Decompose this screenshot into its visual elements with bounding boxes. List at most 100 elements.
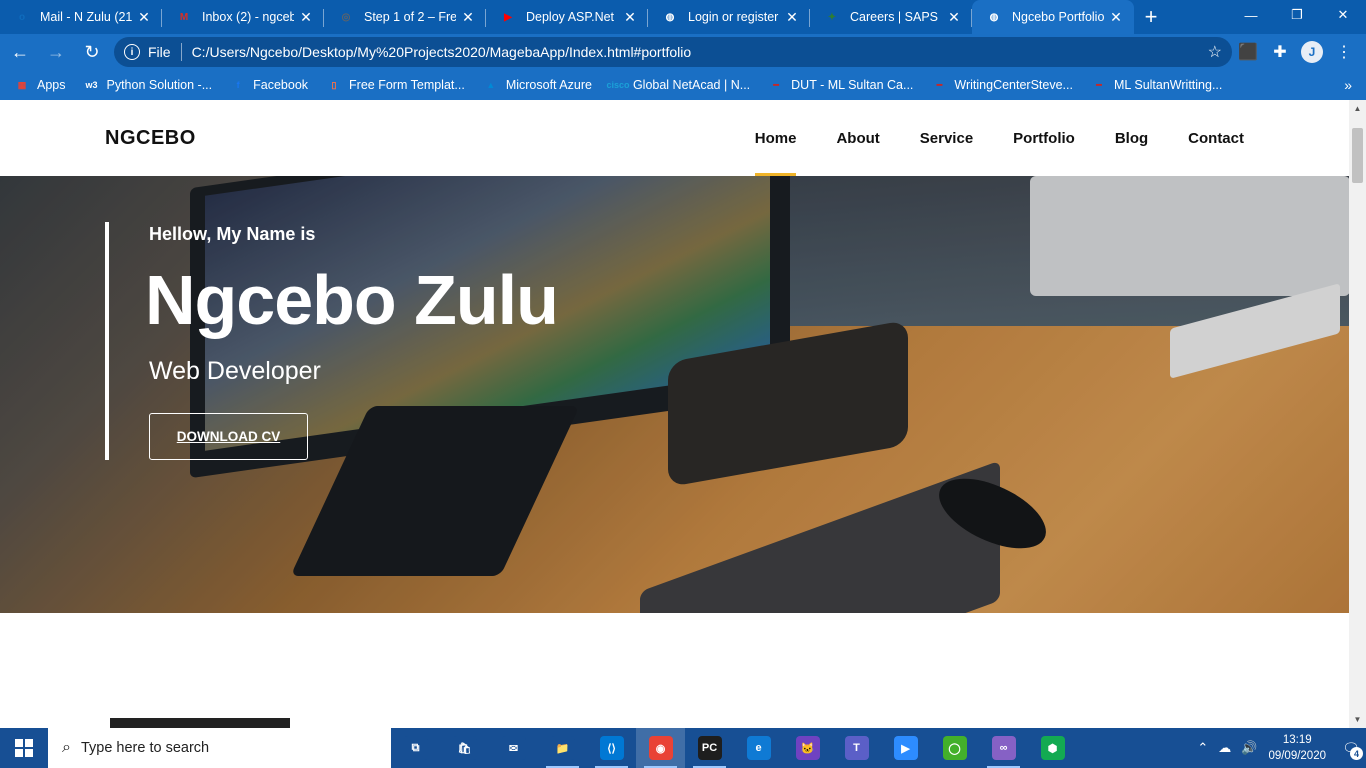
tab-favicon-icon: o xyxy=(18,11,26,23)
profile-avatar[interactable]: J xyxy=(1301,41,1323,63)
hero-greeting: Hellow, My Name is xyxy=(149,224,316,244)
taskbar-app-pycharm[interactable]: PC xyxy=(685,728,734,768)
bookmark-item[interactable]: ━ WritingCenterSteve... xyxy=(931,77,1073,93)
bookmark-item[interactable]: w3 Python Solution -... xyxy=(84,77,213,93)
taskbar-app-file-explorer[interactable]: 📁 xyxy=(538,728,587,768)
site-menu: Home About Service Portfolio Blog Contact xyxy=(715,100,1244,176)
visual-studio-icon: ∞ xyxy=(991,736,1016,760)
nav-link-portfolio[interactable]: Portfolio xyxy=(1013,100,1075,176)
nav-link-blog[interactable]: Blog xyxy=(1115,100,1148,176)
bookmark-label: DUT - ML Sultan Ca... xyxy=(791,78,914,92)
extensions-puzzle-icon[interactable]: ✚ xyxy=(1264,36,1296,68)
tab-close-icon[interactable]: ✕ xyxy=(136,9,152,26)
tab-close-icon[interactable]: ✕ xyxy=(784,9,800,26)
about-heading-partial xyxy=(110,718,290,728)
address-url[interactable]: C:/Users/Ngcebo/Desktop/My%20Projects202… xyxy=(192,44,1208,60)
browser-tab[interactable]: ◍ Login or register ✕ xyxy=(648,0,810,34)
action-center-button[interactable]: 🗨 4 xyxy=(1336,728,1366,768)
start-button[interactable] xyxy=(0,728,48,768)
nav-link-home[interactable]: Home xyxy=(754,100,796,176)
maximize-button[interactable]: ❐ xyxy=(1274,0,1320,30)
taskbar-search-placeholder: Type here to search xyxy=(80,740,210,756)
mongodb-compass-icon: ⬢ xyxy=(1040,736,1065,760)
taskbar-search-box[interactable]: ⌕ Type here to search xyxy=(48,728,391,768)
bookmark-list: ▦ Apps w3 Python Solution -... f Facebook ▯ Fre… xyxy=(14,77,1240,93)
tab-close-icon[interactable]: ✕ xyxy=(946,9,962,26)
tab-title: Mail - N Zulu (216 xyxy=(40,10,132,24)
hero-role: Web Developer xyxy=(149,357,321,385)
network-icon[interactable]: ☁ xyxy=(1218,740,1231,756)
bookmark-label: WritingCenterSteve... xyxy=(954,78,1073,92)
anaconda-icon: ◯ xyxy=(942,736,967,760)
taskbar-app-github-desktop[interactable]: 🐱 xyxy=(783,728,832,768)
browser-tab[interactable]: ◍ Ngcebo Portfolio ✕ xyxy=(972,0,1134,34)
tab-close-icon[interactable]: ✕ xyxy=(1108,9,1124,26)
bookmark-item[interactable]: cisco Global NetAcad | N... xyxy=(606,77,750,93)
bookmark-star-icon[interactable]: ☆ xyxy=(1208,42,1222,62)
bookmark-label: Python Solution -... xyxy=(106,78,213,92)
pycharm-icon: PC xyxy=(697,736,722,760)
browser-tab[interactable]: ✦ Careers | SAPS (So ✕ xyxy=(810,0,972,34)
scroll-down-icon[interactable]: ▼ xyxy=(1349,711,1366,728)
bookmark-item[interactable]: ▲ Microsoft Azure xyxy=(483,77,592,93)
github-desktop-icon: 🐱 xyxy=(795,736,820,760)
browser-menu-icon[interactable]: ⋮ xyxy=(1328,36,1360,68)
bookmark-item[interactable]: ▦ Apps xyxy=(14,77,66,93)
clock-date: 09/09/2020 xyxy=(1268,750,1326,762)
new-tab-button[interactable]: + xyxy=(1134,0,1168,34)
site-info-icon[interactable]: i xyxy=(124,44,140,60)
site-logo[interactable]: NGCEBO xyxy=(105,127,196,150)
bookmark-favicon-icon: w3 xyxy=(85,80,98,90)
close-window-button[interactable]: ✕ xyxy=(1320,0,1366,30)
taskbar-app-mongodb-compass[interactable]: ⬢ xyxy=(1028,728,1077,768)
taskbar-app-anaconda[interactable]: ◯ xyxy=(930,728,979,768)
taskbar-app-edge[interactable]: e xyxy=(734,728,783,768)
task-view-icon: ⧉ xyxy=(403,736,428,760)
nav-link-about[interactable]: About xyxy=(836,100,879,176)
nav-link-service[interactable]: Service xyxy=(920,100,973,176)
notification-count: 4 xyxy=(1350,747,1363,760)
tray-overflow-icon[interactable]: ⌃ xyxy=(1197,740,1208,756)
forward-button[interactable]: → xyxy=(40,36,72,68)
taskbar-app-zoom[interactable]: ▶ xyxy=(881,728,930,768)
window-controls: — ❐ ✕ xyxy=(1228,0,1366,30)
taskbar-app-task-view[interactable]: ⧉ xyxy=(391,728,440,768)
taskbar-app-visual-studio[interactable]: ∞ xyxy=(979,728,1028,768)
teams-icon: T xyxy=(844,736,869,760)
bookmark-item[interactable]: f Facebook xyxy=(230,77,308,93)
taskbar-app-teams[interactable]: T xyxy=(832,728,881,768)
bookmark-item[interactable]: ▯ Free Form Templat... xyxy=(326,77,465,93)
edge-icon: e xyxy=(746,736,771,760)
search-icon: ⌕ xyxy=(62,739,71,756)
bookmark-item[interactable]: ━ ML SultanWritting... xyxy=(1091,77,1222,93)
taskbar-clock[interactable]: 13:19 09/09/2020 xyxy=(1268,732,1326,764)
taskbar-app-mail[interactable]: ✉ xyxy=(489,728,538,768)
vertical-scrollbar[interactable]: ▲ ▼ xyxy=(1349,100,1366,728)
volume-icon[interactable]: 🔊 xyxy=(1241,740,1257,756)
browser-tab-bar: o Mail - N Zulu (216 ✕ M Inbox (2) - ngcebo ✕… xyxy=(0,0,1366,34)
tab-close-icon[interactable]: ✕ xyxy=(622,9,638,26)
bookmark-item[interactable]: ━ DUT - ML Sultan Ca... xyxy=(768,77,913,93)
taskbar-app-vs-code[interactable]: ⟨⟩ xyxy=(587,728,636,768)
tab-close-icon[interactable]: ✕ xyxy=(460,9,476,26)
browser-tab[interactable]: ▶ Deploy ASP.Net M ✕ xyxy=(486,0,648,34)
browser-tab[interactable]: M Inbox (2) - ngcebo ✕ xyxy=(162,0,324,34)
chrome-icon: ◉ xyxy=(648,736,673,760)
scrollbar-thumb[interactable] xyxy=(1352,128,1363,183)
back-button[interactable]: ← xyxy=(4,36,36,68)
scroll-up-icon[interactable]: ▲ xyxy=(1349,100,1366,117)
address-bar[interactable]: i File C:/Users/Ngcebo/Desktop/My%20Proj… xyxy=(114,37,1232,67)
nav-link-contact[interactable]: Contact xyxy=(1188,100,1244,176)
browser-tab[interactable]: ◎ Step 1 of 2 – Free ✕ xyxy=(324,0,486,34)
clock-time: 13:19 xyxy=(1282,734,1312,746)
taskbar-app-chrome[interactable]: ◉ xyxy=(636,728,685,768)
browser-tab[interactable]: o Mail - N Zulu (216 ✕ xyxy=(0,0,162,34)
extension-cube-icon[interactable]: ⬛ xyxy=(1232,36,1264,68)
bookmarks-overflow-icon[interactable]: » xyxy=(1344,77,1352,93)
tab-close-icon[interactable]: ✕ xyxy=(298,9,314,26)
bookmark-label: ML SultanWritting... xyxy=(1113,78,1223,92)
taskbar-app-microsoft-store[interactable]: 🛍 xyxy=(440,728,489,768)
reload-button[interactable]: ↻ xyxy=(76,36,108,68)
minimize-button[interactable]: — xyxy=(1228,0,1274,30)
download-cv-button[interactable]: DOWNLOAD CV xyxy=(149,413,308,460)
